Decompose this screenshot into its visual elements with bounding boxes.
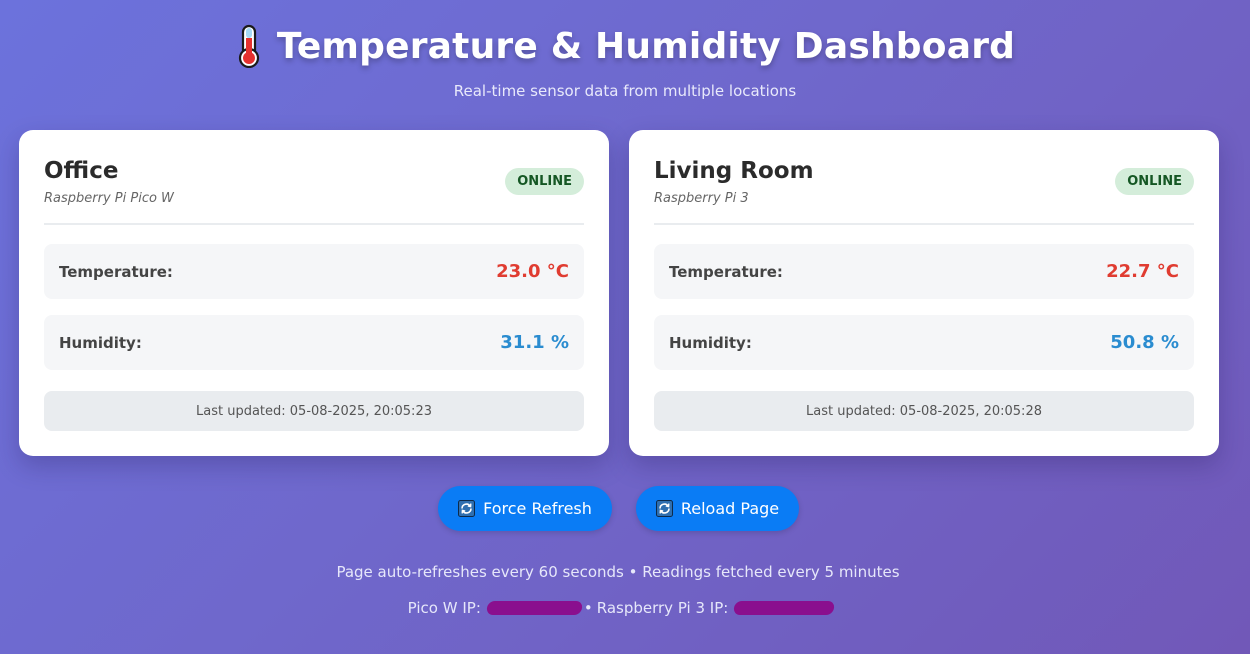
humidity-reading: Humidity: 50.8 % (654, 315, 1194, 370)
temperature-reading: Temperature: 23.0 °C (44, 244, 584, 299)
humidity-label: Humidity: (59, 333, 142, 352)
refresh-info: Page auto-refreshes every 60 seconds • R… (336, 563, 900, 581)
dashboard-header: Temperature & Humidity Dashboard Real-ti… (0, 18, 1250, 100)
refresh-icon (458, 500, 476, 517)
last-updated: Last updated: 05-08-2025, 20:05:23 (44, 391, 584, 431)
thermometer-icon (238, 24, 259, 68)
temperature-value: 22.7 °C (1106, 261, 1179, 282)
force-refresh-button[interactable]: Force Refresh (438, 486, 612, 531)
page-title: Temperature & Humidity Dashboard (276, 25, 1016, 67)
temperature-label: Temperature: (669, 262, 783, 281)
reload-page-label: Reload Page (680, 499, 780, 518)
sensor-device: Raspberry Pi 3 (654, 191, 749, 206)
refresh-icon (655, 500, 673, 517)
card-header: Living Room Raspberry Pi 3 ONLINE (654, 130, 1194, 225)
humidity-value: 31.1 % (500, 332, 569, 353)
separator: • (583, 599, 593, 617)
pico-ip-label: Pico W IP: (407, 599, 481, 617)
sensor-device: Raspberry Pi Pico W (44, 191, 174, 206)
reload-page-button[interactable]: Reload Page (636, 486, 799, 531)
ip-info: Pico W IP: • Raspberry Pi 3 IP: (0, 599, 1242, 617)
card-header: Office Raspberry Pi Pico W ONLINE (44, 130, 584, 225)
sensor-card-living-room: Living Room Raspberry Pi 3 ONLINE Temper… (629, 130, 1219, 456)
sensor-name: Office (44, 158, 119, 184)
humidity-value: 50.8 % (1110, 332, 1179, 353)
last-updated: Last updated: 05-08-2025, 20:05:28 (654, 391, 1194, 431)
page-subtitle: Real-time sensor data from multiple loca… (453, 82, 797, 100)
status-badge: ONLINE (1115, 168, 1194, 195)
temperature-reading: Temperature: 22.7 °C (654, 244, 1194, 299)
humidity-reading: Humidity: 31.1 % (44, 315, 584, 370)
pi3-ip-label: Raspberry Pi 3 IP: (596, 599, 729, 617)
temperature-value: 23.0 °C (496, 261, 569, 282)
title-row: Temperature & Humidity Dashboard (0, 18, 1250, 74)
humidity-label: Humidity: (669, 333, 752, 352)
temperature-label: Temperature: (59, 262, 173, 281)
status-badge: ONLINE (505, 168, 584, 195)
redacted-pico-ip (485, 601, 583, 615)
sensor-card-office: Office Raspberry Pi Pico W ONLINE Temper… (19, 130, 609, 456)
sensor-name: Living Room (654, 158, 814, 184)
redacted-pi3-ip (733, 601, 836, 615)
force-refresh-label: Force Refresh (483, 499, 592, 518)
